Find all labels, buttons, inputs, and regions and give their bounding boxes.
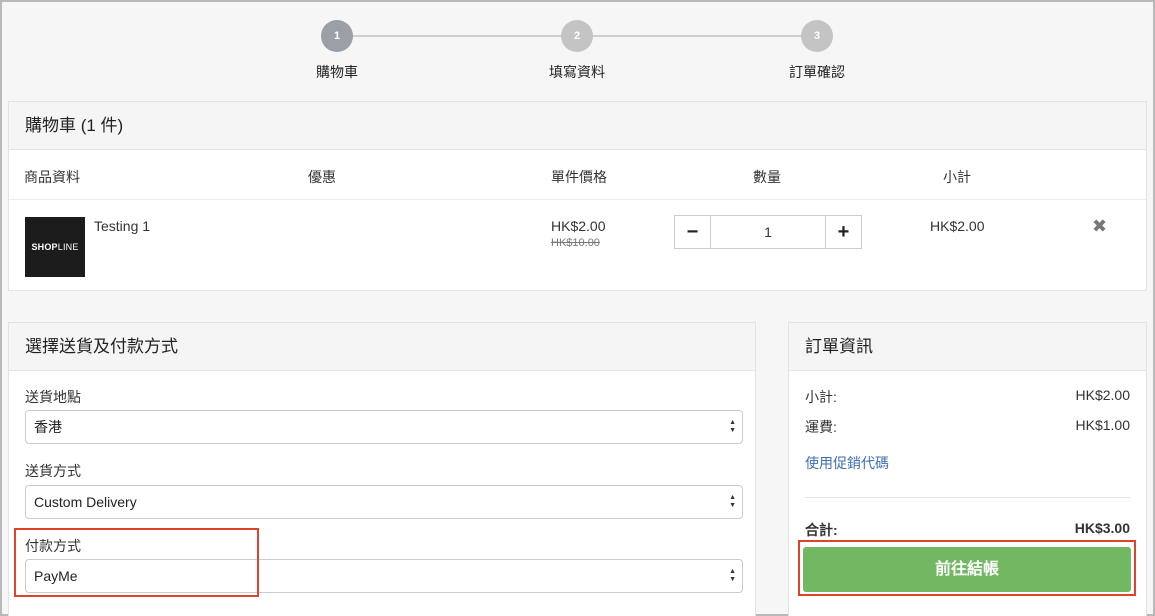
cart-panel: 購物車 (1 件) 商品資料 優惠 單件價格 數量 小計 SHOPLINE Te… [8,101,1147,291]
summary-shipping-label: 運費: [805,419,837,435]
summary-subtotal-label: 小計: [805,389,837,405]
select-arrows-icon: ▲ ▼ [729,494,736,509]
cart-title: 購物車 (1 件) [9,102,1146,150]
remove-item-icon[interactable]: ✖ [1092,216,1107,237]
select-arrows-icon: ▲ ▼ [729,419,736,434]
summary-total-label: 合計: [805,522,838,538]
payment-highlight-box [14,528,259,597]
col-product: 商品資料 [24,169,80,185]
delivery-location-value: 香港 [34,419,62,435]
delivery-location-label: 送貨地點 [25,389,81,405]
step-label: 填寫資料 [549,64,605,80]
col-subtotal: 小計 [943,169,971,185]
summary-subtotal-row: 小計: HK$2.00 [805,387,1130,407]
increase-quantity-button[interactable]: + [825,216,861,248]
thumb-brand-suffix: LINE [57,242,79,252]
step-number: 2 [561,20,593,52]
step-number: 1 [321,20,353,52]
quantity-stepper: − 1 + [674,215,862,249]
col-unit-price: 單件價格 [551,169,607,185]
thumb-brand: SHOP [31,242,58,252]
unit-price: HK$2.00 [551,218,606,234]
summary-total-value: HK$3.00 [1074,520,1130,536]
col-quantity: 數量 [753,169,781,185]
summary-subtotal-value: HK$2.00 [1075,387,1130,403]
step-fill-info: 2 填寫資料 [517,20,637,82]
product-thumbnail[interactable]: SHOPLINE [25,217,85,277]
summary-shipping-value: HK$1.00 [1075,417,1130,433]
promo-code-link[interactable]: 使用促銷代碼 [805,453,889,473]
step-label: 購物車 [316,64,358,80]
summary-shipping-row: 運費: HK$1.00 [805,417,1130,437]
original-price: HK$10.00 [551,237,600,249]
delivery-method-label: 送貨方式 [25,463,81,479]
quantity-input[interactable]: 1 [711,216,825,248]
delivery-method-select[interactable]: Custom Delivery ▲ ▼ [25,485,743,519]
step-confirm: 3 訂單確認 [757,20,877,82]
checkout-steps: 1 購物車 2 填寫資料 3 訂單確認 [0,10,1155,90]
cart-table-header: 商品資料 優惠 單件價格 數量 小計 [9,150,1146,200]
summary-total-row: 合計: HK$3.00 [805,520,1130,540]
col-discount: 優惠 [308,169,336,185]
decrease-quantity-button[interactable]: − [675,216,711,248]
step-label: 訂單確認 [789,64,845,80]
checkout-highlight-box [798,540,1136,596]
step-cart: 1 購物車 [277,20,397,82]
step-number: 3 [801,20,833,52]
select-arrows-icon: ▲ ▼ [729,568,736,583]
order-summary-title: 訂單資訊 [789,323,1146,371]
summary-divider [805,497,1130,498]
delivery-payment-title: 選擇送貨及付款方式 [9,323,755,371]
delivery-location-select[interactable]: 香港 ▲ ▼ [25,410,743,444]
product-name[interactable]: Testing 1 [94,218,150,234]
item-subtotal: HK$2.00 [930,218,985,234]
delivery-method-value: Custom Delivery [34,494,137,510]
